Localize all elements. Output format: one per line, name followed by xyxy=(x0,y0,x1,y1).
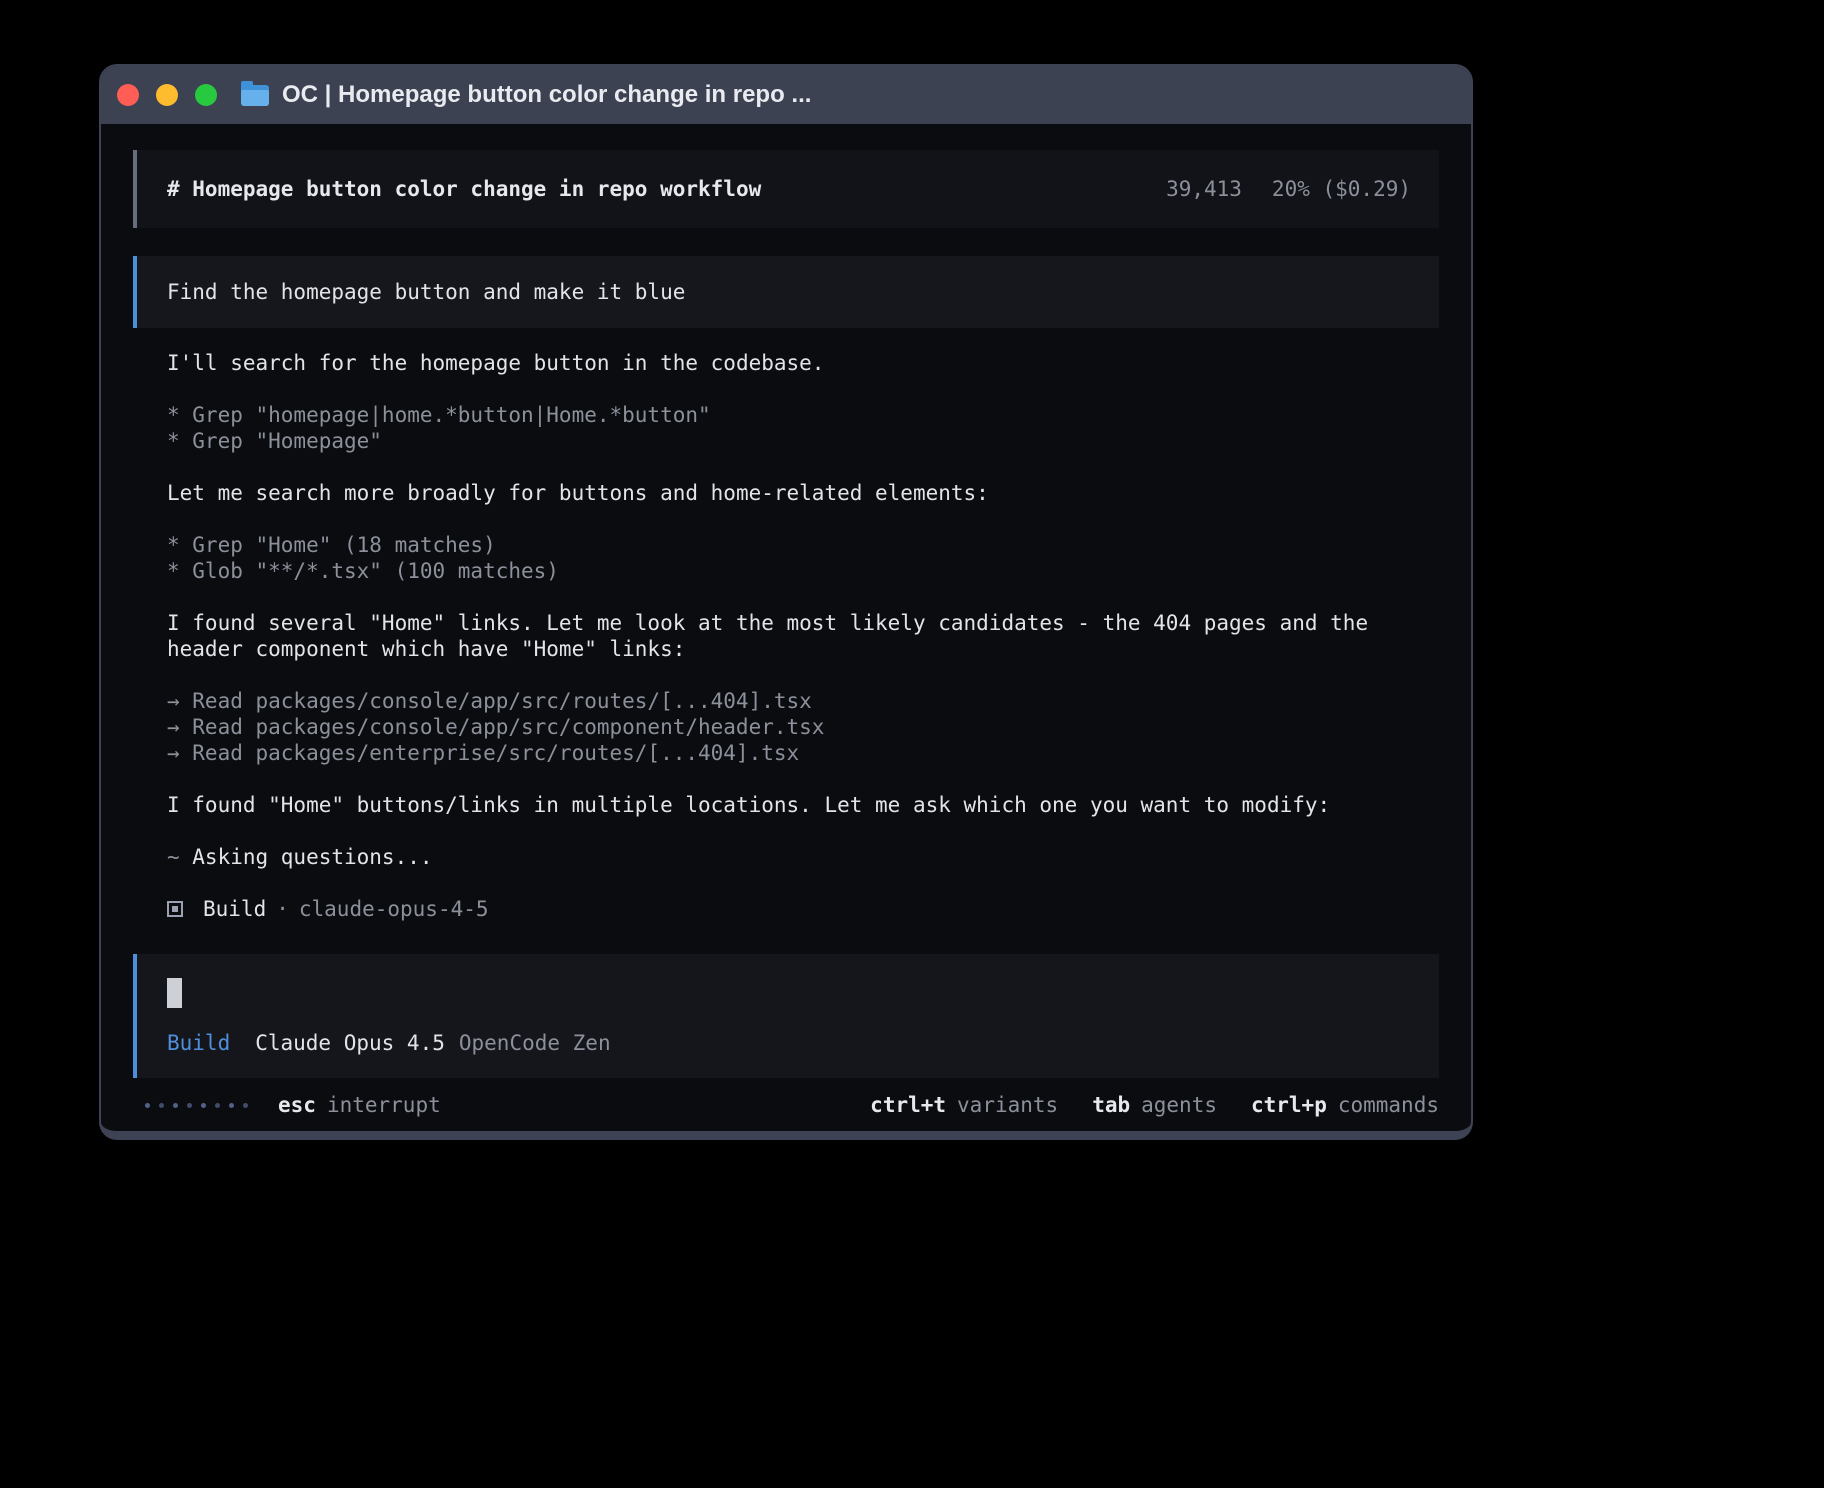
tool-bullet-icon: * xyxy=(167,532,192,558)
assistant-text: I found "Home" buttons/links in multiple… xyxy=(167,792,1439,818)
context-usage: 20% ($0.29) xyxy=(1272,176,1411,202)
agent-model: claude-opus-4-5 xyxy=(299,896,489,922)
terminal-content: # Homepage button color change in repo w… xyxy=(101,124,1471,1118)
spinner-dots-icon xyxy=(145,1103,248,1108)
provider-name: OpenCode Zen xyxy=(459,1030,611,1056)
working-status-line: ~Asking questions... xyxy=(167,844,1439,870)
arrow-icon: → xyxy=(167,740,192,766)
tool-call-read: →Read packages/console/app/src/routes/[.… xyxy=(167,688,1439,714)
tool-call-grep: *Grep "Homepage" xyxy=(167,428,1439,454)
window-title: OC | Homepage button color change in rep… xyxy=(282,81,811,109)
assistant-text: I'll search for the homepage button in t… xyxy=(167,350,1439,376)
hint-interrupt: esc interrupt xyxy=(278,1092,441,1118)
tool-call-group: *Grep "Home" (18 matches) *Glob "**/*.ts… xyxy=(167,532,1439,584)
tool-call-group: →Read packages/console/app/src/routes/[.… xyxy=(167,688,1439,766)
hint-label: interrupt xyxy=(327,1093,441,1117)
token-count: 39,413 xyxy=(1166,176,1242,202)
tool-call-read: →Read packages/enterprise/src/routes/[..… xyxy=(167,740,1439,766)
tool-call-group: *Grep "homepage|home.*button|Home.*butto… xyxy=(167,402,1439,454)
tool-bullet-icon: * xyxy=(167,558,192,584)
separator-dot: · xyxy=(276,896,289,922)
model-name: Claude Opus 4.5 xyxy=(255,1030,445,1056)
statusbar-left: esc interrupt xyxy=(133,1092,441,1118)
tool-call-grep: *Grep "homepage|home.*button|Home.*butto… xyxy=(167,402,1439,428)
titlebar[interactable]: OC | Homepage button color change in rep… xyxy=(101,66,1471,124)
session-stats: 39,413 20% ($0.29) xyxy=(1166,176,1411,202)
tilde-icon: ~ xyxy=(167,844,192,870)
terminal-window: OC | Homepage button color change in rep… xyxy=(99,64,1473,1140)
statusbar: esc interrupt ctrl+t variants tab agents ct… xyxy=(133,1092,1439,1118)
hint-agents: tab agents xyxy=(1092,1092,1217,1118)
statusbar-right: ctrl+t variants tab agents ctrl+p commands xyxy=(870,1092,1439,1118)
session-header: # Homepage button color change in repo w… xyxy=(133,150,1439,228)
agent-status-line: Build · claude-opus-4-5 xyxy=(167,896,1439,922)
agent-build-icon xyxy=(167,901,183,917)
zoom-button[interactable] xyxy=(195,84,217,106)
arrow-icon: → xyxy=(167,688,192,714)
tool-call-read: →Read packages/console/app/src/component… xyxy=(167,714,1439,740)
minimize-button[interactable] xyxy=(156,84,178,106)
tool-call-text: Read packages/enterprise/src/routes/[...… xyxy=(192,741,799,765)
tool-call-text: Grep "Home" (18 matches) xyxy=(192,533,495,557)
folder-icon xyxy=(241,85,269,106)
hint-key: tab xyxy=(1092,1093,1130,1117)
tool-call-text: Grep "Homepage" xyxy=(192,429,382,453)
tool-call-text: Glob "**/*.tsx" (100 matches) xyxy=(192,559,559,583)
traffic-lights xyxy=(117,84,217,106)
input-meta-row: Build Claude Opus 4.5 OpenCode Zen xyxy=(167,1030,1409,1056)
tool-call-text: Grep "homepage|home.*button|Home.*button… xyxy=(192,403,710,427)
arrow-icon: → xyxy=(167,714,192,740)
user-message: Find the homepage button and make it blu… xyxy=(133,256,1439,328)
tool-call-text: Read packages/console/app/src/component/… xyxy=(192,715,824,739)
tool-bullet-icon: * xyxy=(167,402,192,428)
tool-bullet-icon: * xyxy=(167,428,192,454)
assistant-text: I found several "Home" links. Let me loo… xyxy=(167,610,1439,662)
hint-label: commands xyxy=(1338,1093,1439,1117)
tool-call-glob: *Glob "**/*.tsx" (100 matches) xyxy=(167,558,1439,584)
working-status-text: Asking questions... xyxy=(192,845,432,869)
hint-key: ctrl+t xyxy=(870,1093,946,1117)
assistant-transcript: I'll search for the homepage button in t… xyxy=(133,350,1439,922)
tool-call-grep: *Grep "Home" (18 matches) xyxy=(167,532,1439,558)
hint-label: variants xyxy=(957,1093,1058,1117)
hint-key: ctrl+p xyxy=(1251,1093,1327,1117)
close-button[interactable] xyxy=(117,84,139,106)
agent-name: Build xyxy=(203,896,266,922)
user-message-text: Find the homepage button and make it blu… xyxy=(167,279,685,305)
hint-label: agents xyxy=(1141,1093,1217,1117)
text-cursor xyxy=(167,978,182,1008)
agent-mode-label[interactable]: Build xyxy=(167,1030,230,1056)
session-title: # Homepage button color change in repo w… xyxy=(167,176,761,202)
hint-key: esc xyxy=(278,1093,316,1117)
assistant-text: Let me search more broadly for buttons a… xyxy=(167,480,1439,506)
tool-call-text: Read packages/console/app/src/routes/[..… xyxy=(192,689,812,713)
hint-commands: ctrl+p commands xyxy=(1251,1092,1439,1118)
hint-variants: ctrl+t variants xyxy=(870,1092,1058,1118)
prompt-input[interactable]: Build Claude Opus 4.5 OpenCode Zen xyxy=(133,954,1439,1078)
